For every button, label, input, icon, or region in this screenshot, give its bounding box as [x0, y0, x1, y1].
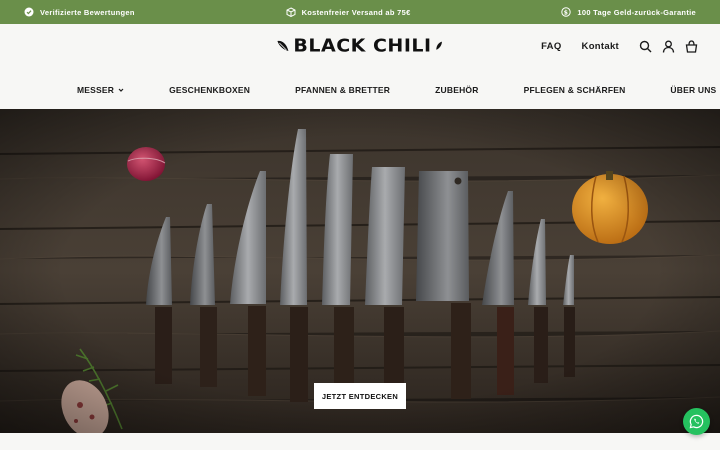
announcement-verified-label: Verifizierte Bewertungen — [40, 7, 135, 17]
svg-text:$: $ — [564, 9, 568, 16]
announcement-bar: Verifizierte Bewertungen Kostenfreier Ve… — [0, 0, 720, 24]
announcement-shipping-label: Kostenfreier Versand ab 75€ — [301, 7, 411, 17]
nav-item-messer[interactable]: MESSER — [77, 85, 124, 95]
whatsapp-chat-button[interactable] — [683, 408, 710, 435]
search-icon[interactable] — [639, 40, 652, 53]
faq-link[interactable]: FAQ — [541, 41, 561, 52]
chili-leaf-icon — [436, 41, 443, 50]
nav-item-label: MESSER — [77, 84, 115, 95]
nav-item-pfannen-bretter[interactable]: PFANNEN & BRETTER — [295, 85, 390, 95]
chili-leaf-icon — [277, 40, 289, 51]
nav-item-ueber-uns[interactable]: ÜBER UNS — [670, 85, 720, 95]
nav-item-zubehoer[interactable]: ZUBEHÖR — [435, 85, 478, 95]
announcement-guarantee: $ 100 Tage Geld-zurück-Garantie — [561, 7, 696, 17]
announcement-shipping: Kostenfreier Versand ab 75€ — [286, 7, 411, 17]
nav-item-pflegen-schaerfen[interactable]: PFLEGEN & SCHÄRFEN — [524, 85, 626, 95]
nav-item-geschenkboxen[interactable]: GESCHENKBOXEN — [169, 85, 250, 95]
hero-banner: JETZT ENTDECKEN — [0, 109, 720, 433]
account-icon[interactable] — [662, 40, 675, 53]
verified-badge-icon — [24, 7, 34, 17]
site-header: BLACK CHILI FAQ Kontakt — [0, 24, 720, 70]
nav-item-label: ÜBER UNS — [670, 84, 717, 95]
brand-logo[interactable]: BLACK CHILI — [275, 35, 444, 57]
shipping-box-icon — [286, 7, 296, 17]
content-area — [0, 433, 720, 450]
announcement-verified: Verifizierte Bewertungen — [24, 7, 135, 17]
header-actions: FAQ Kontakt — [541, 40, 698, 53]
main-nav: MESSER GESCHENKBOXEN PFANNEN & BRETTER Z… — [0, 70, 720, 109]
cart-icon[interactable] — [685, 40, 698, 53]
nav-item-label: GESCHENKBOXEN — [169, 84, 251, 95]
discover-now-button[interactable]: JETZT ENTDECKEN — [314, 383, 406, 409]
money-back-icon: $ — [561, 7, 572, 17]
whatsapp-icon — [689, 414, 704, 429]
nav-item-label: PFLEGEN & SCHÄRFEN — [523, 84, 626, 95]
nav-item-label: ZUBEHÖR — [435, 84, 479, 95]
contact-link[interactable]: Kontakt — [582, 41, 619, 52]
announcement-guarantee-label: 100 Tage Geld-zurück-Garantie — [577, 7, 696, 17]
chevron-down-icon — [118, 88, 124, 92]
logo-wordmark: BLACK CHILI — [293, 35, 432, 57]
nav-item-label: PFANNEN & BRETTER — [295, 84, 391, 95]
